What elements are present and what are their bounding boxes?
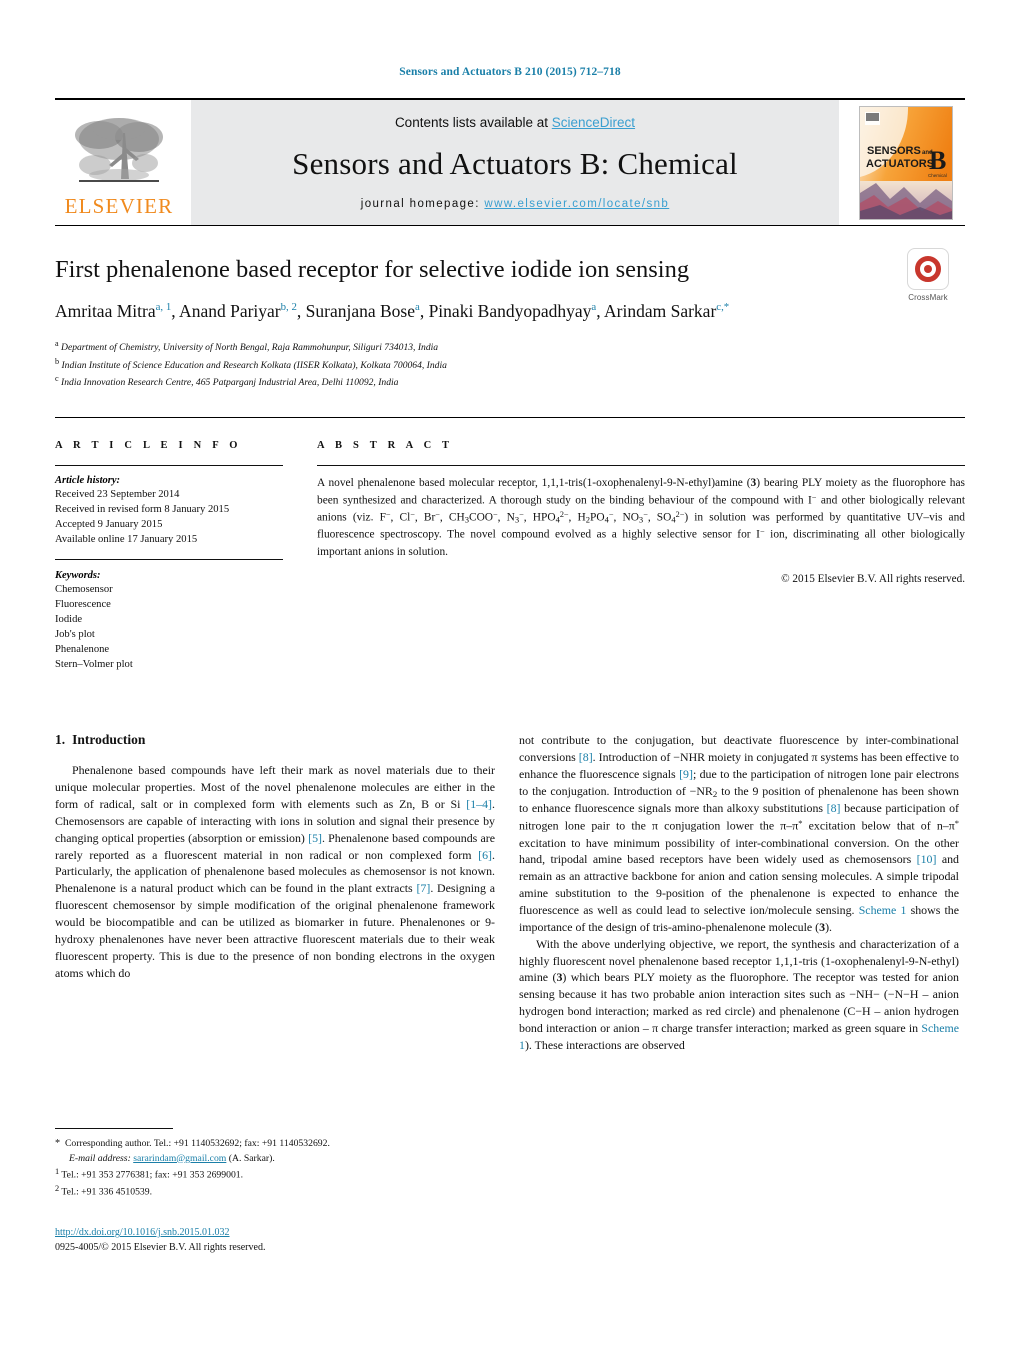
page-title: First phenalenone based receptor for sel… (55, 256, 690, 283)
footnote-note-1: 1 Tel.: +91 353 2776381; fax: +91 353 26… (55, 1167, 244, 1181)
svg-text:ACTUATORS: ACTUATORS (866, 158, 934, 170)
publisher-logo: ELSEVIER (55, 100, 183, 225)
journal-cover-art: SENSORS and ACTUATORS B Chemical (860, 106, 952, 219)
keyword-item: Chemosensor (55, 584, 113, 596)
history-received: Received 23 September 2014 (55, 489, 180, 501)
affiliation-text-a: Department of Chemistry, University of N… (61, 341, 439, 353)
sciencedirect-link[interactable]: ScienceDirect (552, 115, 635, 130)
keyword-item: Fluorescence (55, 599, 111, 611)
homepage-label: journal homepage: (360, 198, 480, 210)
masthead-bottom-rule (55, 225, 965, 226)
footnote-note-2: 2 Tel.: +91 336 4510539. (55, 1184, 153, 1198)
footnote-email: E-mail address: sararindam@gmail.com (A.… (55, 1152, 495, 1167)
author-list: Amritaa Mitraa, 1, Anand Pariyarb, 2, Su… (55, 301, 730, 322)
running-head: Sensors and Actuators B 210 (2015) 712–7… (399, 66, 621, 78)
keywords-label: Keywords: (55, 570, 101, 582)
info-abstract-row: A R T I C L E I N F O Article history: R… (55, 417, 965, 672)
journal-homepage-line: journal homepage: www.elsevier.com/locat… (361, 198, 669, 210)
affiliation-b: b Indian Institute of Science Education … (55, 356, 855, 374)
paragraph: With the above underlying objective, we … (519, 936, 959, 1052)
abstract-column: A B S T R A C T A novel phenalenone base… (305, 440, 965, 672)
svg-text:B: B (929, 146, 946, 175)
journal-banner: Contents lists available at ScienceDirec… (191, 100, 839, 225)
article-history-label: Article history: (55, 475, 121, 487)
section-title-text: Introduction (72, 732, 146, 748)
crossmark-badge-container[interactable]: CrossMark (891, 248, 965, 302)
article-info-rule-top (55, 465, 283, 467)
journal-title: Sensors and Actuators B: Chemical (292, 146, 738, 181)
abstract-rule (317, 465, 965, 467)
elsevier-wordmark: ELSEVIER (64, 193, 174, 218)
elsevier-tree-icon (75, 117, 163, 182)
affiliation-mark-b: b (55, 356, 60, 366)
paragraph: Phenalenone based compounds have left th… (55, 763, 495, 980)
journal-cover-thumbnail: SENSORS and ACTUATORS B Chemical (859, 105, 953, 220)
journal-masthead: ELSEVIER Contents lists available at Sci… (55, 98, 965, 225)
keyword-item: Job's plot (55, 629, 95, 641)
crossmark-ring-shape (915, 256, 941, 282)
email-label: E-mail address: (69, 1152, 131, 1164)
journal-cover-container: SENSORS and ACTUATORS B Chemical (847, 100, 965, 225)
abstract-heading: A B S T R A C T (317, 440, 454, 452)
article-info-rule-bottom (55, 559, 283, 561)
history-revised: Received in revised form 8 January 2015 (55, 504, 230, 516)
svg-text:Chemical: Chemical (928, 173, 947, 178)
footer-block: http://dx.doi.org/10.1016/j.snb.2015.01.… (55, 1222, 495, 1255)
issn-copyright-line: 0925-4005/© 2015 Elsevier B.V. All right… (55, 1242, 266, 1253)
section-heading-introduction: 1. Introduction (55, 732, 495, 748)
body-column-right: not contribute to the conjugation, but d… (519, 732, 959, 1053)
affiliation-text-b: Indian Institute of Science Education an… (61, 359, 447, 371)
title-block: First phenalenone based receptor for sel… (55, 248, 965, 391)
affiliation-a: a Department of Chemistry, University of… (55, 338, 855, 356)
keywords-block: Keywords: Chemosensor Fluorescence Iodid… (55, 570, 283, 672)
paragraph: not contribute to the conjugation, but d… (519, 733, 960, 934)
history-online: Available online 17 January 2015 (55, 534, 198, 546)
journal-homepage-link[interactable]: www.elsevier.com/locate/snb (484, 198, 669, 210)
footnote-corresponding-author: * Corresponding author. Tel.: +91 114053… (55, 1138, 330, 1149)
article-info-column: A R T I C L E I N F O Article history: R… (55, 440, 305, 672)
abstract-text: A novel phenalenone based molecular rece… (317, 477, 965, 558)
contents-prefix: Contents lists available at (394, 115, 552, 130)
crossmark-label: CrossMark (908, 293, 948, 302)
history-accepted: Accepted 9 January 2015 (55, 519, 163, 531)
email-suffix: (A. Sarkar). (228, 1152, 275, 1164)
section-number: 1. (55, 732, 66, 748)
footnotes-block: * Corresponding author. Tel.: +91 114053… (55, 1128, 495, 1200)
abstract-copyright: © 2015 Elsevier B.V. All rights reserved… (781, 573, 965, 586)
article-page: Sensors and Actuators B 210 (2015) 712–7… (0, 0, 1020, 1351)
footnote-rule (55, 1128, 173, 1129)
article-info-heading: A R T I C L E I N F O (55, 440, 242, 452)
affiliation-mark-c: c (55, 374, 59, 384)
keyword-item: Phenalenone (55, 644, 110, 656)
contents-available-line: Contents lists available at ScienceDirec… (395, 115, 635, 130)
crossmark-icon[interactable] (907, 248, 949, 290)
body-column-left: 1. Introduction Phenalenone based compoun… (55, 732, 495, 1053)
affiliation-mark-a: a (55, 338, 59, 348)
body-columns: 1. Introduction Phenalenone based compoun… (55, 732, 965, 1053)
affiliation-text-c: India Innovation Research Centre, 465 Pa… (61, 377, 399, 389)
svg-text:SENSORS: SENSORS (867, 145, 921, 157)
affiliation-c: c India Innovation Research Centre, 465 … (55, 373, 855, 391)
keyword-item: Iodide (55, 614, 83, 626)
keyword-item: Stern–Volmer plot (55, 659, 133, 671)
doi-link[interactable]: http://dx.doi.org/10.1016/j.snb.2015.01.… (55, 1227, 230, 1238)
email-link[interactable]: sararindam@gmail.com (133, 1153, 226, 1164)
